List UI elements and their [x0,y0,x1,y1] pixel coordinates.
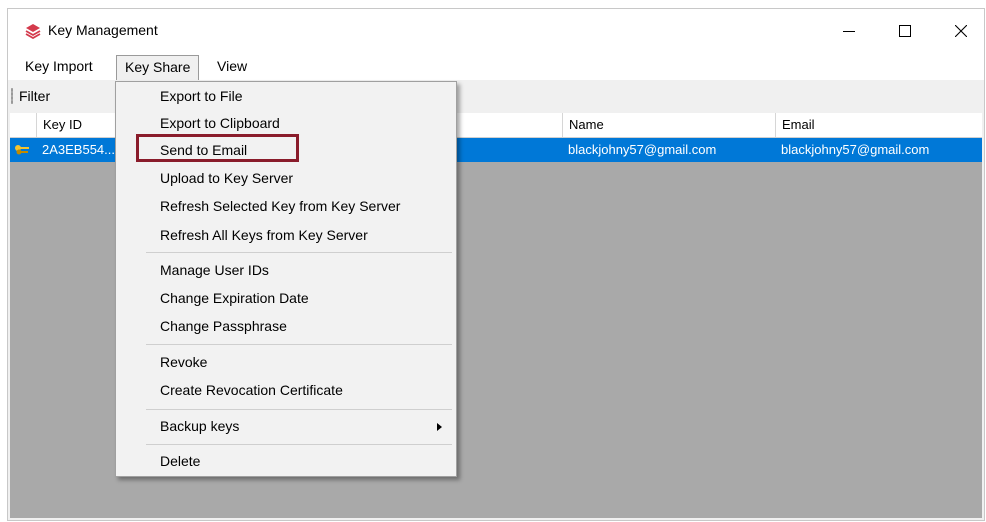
menu-item-manage-user-ids[interactable]: Manage User IDs [160,257,269,283]
close-button[interactable] [938,9,984,53]
menu-item-refresh-selected-key[interactable]: Refresh Selected Key from Key Server [160,193,400,219]
menu-separator [146,252,452,253]
menu-item-revoke[interactable]: Revoke [160,349,207,375]
menu-separator [146,444,452,445]
filter-button[interactable]: Filter [19,88,50,104]
title-bar: Key Management [8,9,984,53]
menu-item-export-to-file[interactable]: Export to File [160,83,242,109]
app-logo-icon [25,24,41,39]
menu-item-change-passphrase[interactable]: Change Passphrase [160,313,287,339]
send-to-email-highlight-box [136,134,299,162]
header-icon-cell [10,113,36,137]
maximize-icon [899,25,911,37]
menu-key-share[interactable]: Key Share [116,55,200,80]
menu-item-export-to-clipboard[interactable]: Export to Clipboard [160,110,280,136]
close-icon [955,25,967,37]
window-title: Key Management [48,22,158,38]
menu-item-change-expiration-date[interactable]: Change Expiration Date [160,285,309,311]
menu-separator [146,409,452,410]
menu-separator [146,344,452,345]
menu-view[interactable]: View [209,55,255,78]
menu-item-create-revocation-certificate[interactable]: Create Revocation Certificate [160,377,343,403]
key-pair-icon [15,145,29,155]
maximize-button[interactable] [882,9,928,53]
column-header-email[interactable]: Email [775,113,984,137]
menu-key-import[interactable]: Key Import [17,55,101,78]
menu-item-backup-keys[interactable]: Backup keys [160,413,239,439]
menu-item-delete[interactable]: Delete [160,448,200,474]
menu-item-upload-to-key-server[interactable]: Upload to Key Server [160,165,293,191]
minimize-button[interactable] [826,9,872,53]
menu-bar: Key Import Key Share View [8,53,984,80]
cell-email: blackjohny57@gmail.com [781,142,930,157]
toolbar-grip-icon[interactable] [11,88,13,104]
menu-item-refresh-all-keys[interactable]: Refresh All Keys from Key Server [160,222,368,248]
column-header-name[interactable]: Name [562,113,775,137]
submenu-arrow-icon [437,423,442,431]
cell-name: blackjohny57@gmail.com [568,142,717,157]
minimize-icon [843,31,855,32]
